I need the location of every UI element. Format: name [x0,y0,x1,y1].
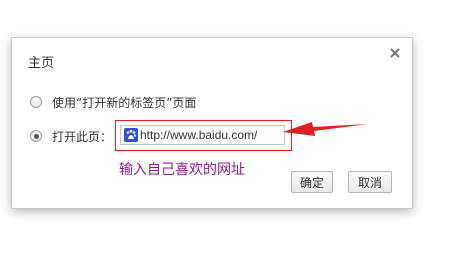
cancel-button[interactable]: 取消 [348,171,392,193]
page: 主页 使用“打开新的标签页”页面 打开此页： http://www.baidu.… [0,0,471,264]
homepage-dialog: 主页 使用“打开新的标签页”页面 打开此页： http://www.baidu.… [11,37,413,209]
close-icon[interactable] [388,45,402,59]
option-open-page-label: 打开此页： [52,129,113,144]
radio-open-page[interactable] [30,130,42,142]
option-new-tab-page-label: 使用“打开新的标签页”页面 [52,95,197,110]
annotation-text: 输入自己喜欢的网址 [119,162,245,178]
dialog-title: 主页 [28,56,55,71]
homepage-url-input[interactable]: http://www.baidu.com/ [120,125,285,145]
baidu-paw-icon [124,128,138,142]
option-new-tab-page[interactable]: 使用“打开新的标签页”页面 [30,94,196,110]
option-open-page[interactable]: 打开此页： [30,128,112,144]
homepage-url-value: http://www.baidu.com/ [140,128,258,142]
ok-button[interactable]: 确定 [291,171,333,193]
radio-new-tab-page[interactable] [30,96,42,108]
